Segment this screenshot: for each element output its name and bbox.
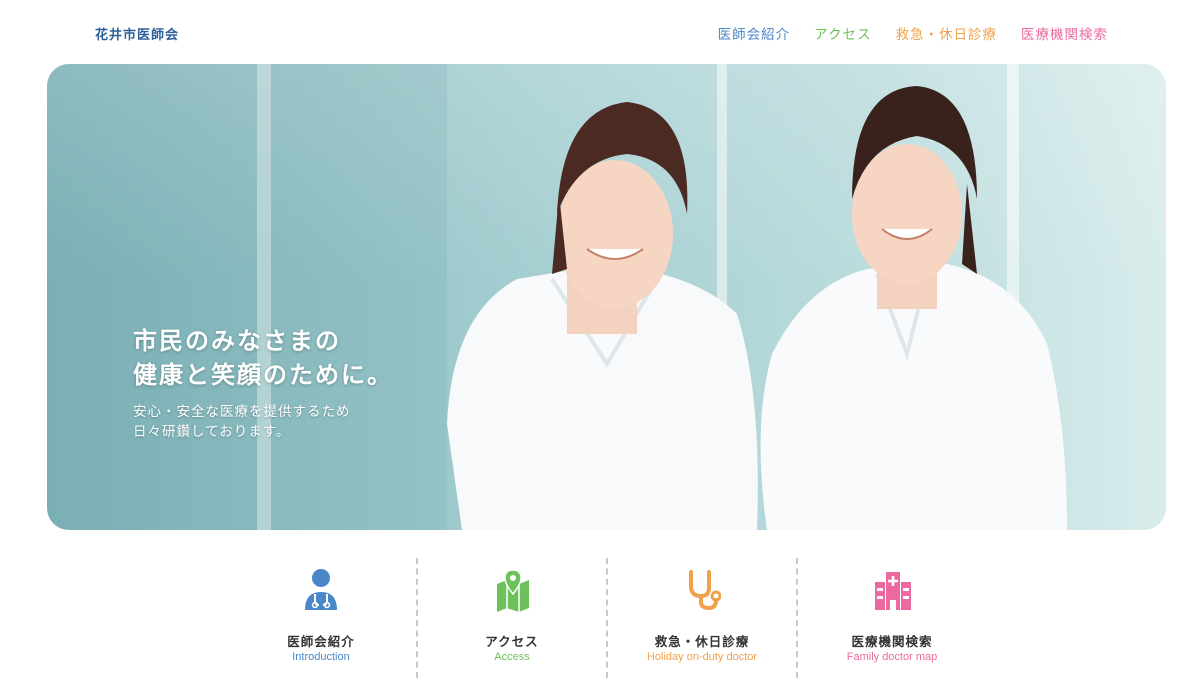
quick-menu-introduction[interactable]: 医師会紹介 Introduction xyxy=(226,558,416,678)
doctor-icon xyxy=(305,569,337,610)
nav-link-emergency[interactable]: 救急・休日診療 xyxy=(896,23,998,43)
hero-subtitle-line-1: 安心・安全な医療を提供するため xyxy=(133,404,351,420)
site-header: 花井市医師会 医師会紹介 アクセス 救急・休日診療 医療機関検索 xyxy=(0,0,1200,64)
hero-subtitle-line-2: 日々研鑽しております。 xyxy=(133,424,291,440)
quick-menu-label: 医療機関検索 xyxy=(851,634,933,649)
hero-title-line-2: 健康と笑顔のために。 xyxy=(133,361,393,389)
quick-menu-label: アクセス xyxy=(485,634,539,649)
hospital-icon xyxy=(875,572,911,610)
quick-menu-sublabel: Holiday on-duty doctor xyxy=(646,651,758,663)
hero-title-line-1: 市民のみなさまの xyxy=(133,327,341,355)
hero-banner: 市民のみなさまの 健康と笑顔のために。 安心・安全な医療を提供するため 日々研鑽… xyxy=(47,64,1166,530)
map-pin-icon xyxy=(497,569,529,612)
nav-link-access[interactable]: アクセス xyxy=(814,23,871,43)
hero-copy: 市民のみなさまの 健康と笑顔のために。 安心・安全な医療を提供するため 日々研鑽… xyxy=(133,324,393,442)
quick-menu-label: 救急・休日診療 xyxy=(654,634,750,649)
global-nav: 医師会紹介 アクセス 救急・休日診療 医療機関検索 xyxy=(718,23,1108,43)
quick-menu-sublabel: Introduction xyxy=(292,651,350,663)
hero-image xyxy=(47,64,1166,530)
quick-menu-clinic-search[interactable]: 医療機関検索 Family doctor map xyxy=(796,558,986,678)
quick-menu-label: 医師会紹介 xyxy=(287,634,355,649)
hero-subtitle: 安心・安全な医療を提供するため 日々研鑽しております。 xyxy=(133,402,393,442)
nav-link-clinic-search[interactable]: 医療機関検索 xyxy=(1021,23,1108,43)
quick-menu: 医師会紹介 Introduction アクセス Access 救急・休日診療 H… xyxy=(226,558,986,678)
stethoscope-icon xyxy=(689,570,721,611)
quick-menu-sublabel: Access xyxy=(494,651,530,663)
quick-menu-emergency[interactable]: 救急・休日診療 Holiday on-duty doctor xyxy=(606,558,796,678)
quick-menu-access[interactable]: アクセス Access xyxy=(416,558,606,678)
quick-menu-sublabel: Family doctor map xyxy=(846,651,938,663)
nav-link-introduction[interactable]: 医師会紹介 xyxy=(718,23,791,43)
site-logo[interactable]: 花井市医師会 xyxy=(95,24,179,43)
hero-title: 市民のみなさまの 健康と笑顔のために。 xyxy=(133,324,393,392)
